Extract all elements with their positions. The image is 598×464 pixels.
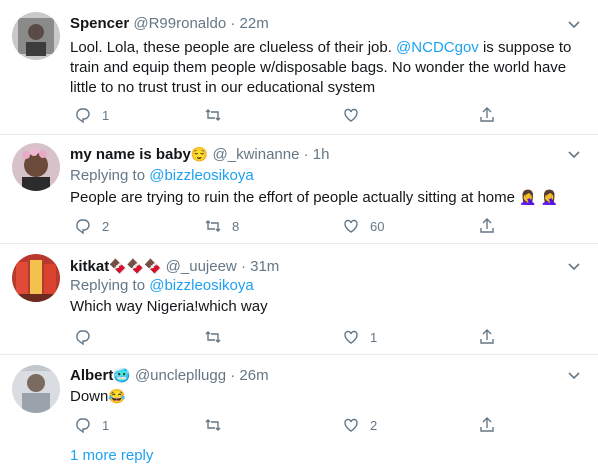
action-bar: 1 2 [70,415,510,435]
retweet-button[interactable] [204,327,232,347]
action-bar: 2 8 60 [70,216,510,236]
timestamp[interactable]: 22m [240,15,269,32]
reply-count: 2 [102,218,110,234]
avatar[interactable] [12,254,60,302]
retweet-count: 8 [232,218,240,234]
heart-icon [344,330,358,344]
tweet-albert[interactable]: Albert🥶 @unclepllugg · 26m Down😂 1 2 [0,355,598,458]
replying-to-link[interactable]: @bizzleosikoya [149,277,253,294]
timestamp[interactable]: 26m [239,367,268,384]
separator: · [230,15,236,32]
chocolate-bar-emoji: 🍫🍫🍫 [109,258,162,274]
share-button[interactable] [478,105,496,125]
avatar[interactable] [12,365,60,413]
heart-icon [344,108,358,122]
share-icon [480,417,494,432]
retweet-icon [205,109,221,121]
share-icon [480,329,494,344]
like-count: 2 [370,417,378,433]
tweet-text: Which way Nigeria!which way [70,298,268,315]
replying-to: Replying to @bizzleosikoya [70,167,254,184]
separator: · [230,367,236,384]
heart-icon [344,219,358,233]
mention-link[interactable]: @NCDCgov [396,39,479,56]
like-button[interactable] [342,105,370,125]
chevron-down-icon[interactable] [567,17,581,31]
retweet-button[interactable] [204,415,232,435]
replying-to-link[interactable]: @bizzleosikoya [149,167,253,184]
reply-count: 1 [102,417,110,433]
display-name[interactable]: Albert🥶 [70,367,131,384]
retweet-button[interactable]: 8 [204,216,239,236]
chevron-down-icon[interactable] [567,147,581,161]
tweet-spencer[interactable]: Spencer @R99ronaldo · 22m Lool. Lola, th… [0,0,598,135]
retweet-icon [205,220,221,232]
tweet-kitkat[interactable]: kitkat🍫🍫🍫 @_uujeew · 31m Replying to @bi… [0,244,598,355]
like-button[interactable]: 1 [342,327,377,347]
handle[interactable]: @_kwinanne [213,146,300,163]
tweet-text: Down😂 [70,388,126,405]
timestamp[interactable]: 31m [250,258,279,275]
share-button[interactable] [478,327,496,347]
handle[interactable]: @_uujeew [166,258,237,275]
retweet-icon [205,419,221,431]
reply-button[interactable]: 2 [74,216,109,236]
share-button[interactable] [478,415,496,435]
like-count: 60 [370,218,385,234]
tweet-my-name-is-baby[interactable]: my name is baby😌 @_kwinanne · 1h Replyin… [0,135,598,244]
reply-icon [76,219,90,235]
tweet-text: People are trying to ruin the effort of … [70,189,558,206]
timestamp[interactable]: 1h [313,146,330,163]
avatar[interactable] [12,12,60,60]
cold-face-emoji: 🥶 [113,367,131,383]
display-name[interactable]: my name is baby😌 [70,146,208,163]
handle[interactable]: @R99ronaldo [133,15,226,32]
reply-count: 1 [102,107,110,123]
avatar[interactable] [12,143,60,191]
more-replies-link[interactable]: 1 more reply [70,447,153,464]
relieved-face-emoji: 😌 [190,146,209,162]
separator: · [240,258,246,275]
display-name[interactable]: Spencer [70,15,129,32]
reply-icon [76,418,90,434]
share-button[interactable] [478,216,496,236]
chevron-down-icon[interactable] [567,259,581,273]
action-bar: 1 [70,327,510,347]
handle[interactable]: @unclepllugg [135,367,226,384]
facepalm-emoji: 🤦‍♀️ 🤦‍♀️ [519,189,558,205]
chevron-down-icon[interactable] [567,368,581,382]
like-button[interactable]: 2 [342,415,377,435]
action-bar: 1 [70,105,510,125]
retweet-icon [205,331,221,343]
reply-icon [76,108,90,124]
reply-button[interactable] [74,327,102,347]
like-button[interactable]: 60 [342,216,384,236]
share-icon [480,218,494,233]
reply-icon [76,330,90,346]
reply-button[interactable]: 1 [74,415,109,435]
separator: · [303,146,309,163]
replying-to: Replying to @bizzleosikoya [70,277,254,294]
tweet-text: Lool. Lola, these people are clueless of… [70,39,572,96]
heart-icon [344,418,358,432]
reply-button[interactable]: 1 [74,105,109,125]
like-count: 1 [370,329,378,345]
tears-of-joy-emoji: 😂 [108,388,126,404]
retweet-button[interactable] [204,105,232,125]
display-name[interactable]: kitkat🍫🍫🍫 [70,258,161,275]
share-icon [480,107,494,122]
